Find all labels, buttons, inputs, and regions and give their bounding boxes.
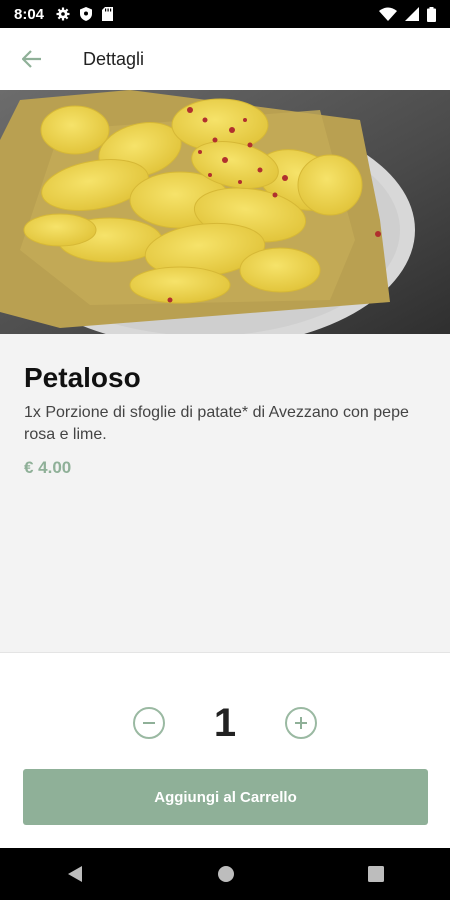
back-button[interactable] [0,28,64,90]
minus-circle-icon [143,722,155,724]
product-price: € 4.00 [24,458,72,477]
settings-icon [56,7,70,21]
home-nav-icon[interactable] [217,865,235,883]
notification-icons [56,7,114,21]
arrow-left-icon [22,50,41,68]
shield-icon [80,7,93,21]
battery-icon [427,6,436,22]
screen: 8:04 Dettagli Petaloso 1x Porzione di sf… [0,0,450,900]
decrease-quantity-button[interactable] [133,707,165,739]
status-time: 8:04 [14,5,45,23]
order-panel: 1 Aggiungi al Carrello [0,652,450,848]
quantity-value: 1 [213,700,237,745]
plus-circle-icon [295,717,307,729]
product-info: Petaloso 1x Porzione di sfoglie di patat… [0,334,450,652]
wifi-icon [379,7,397,21]
product-description: 1x Porzione di sfoglie di patate* di Ave… [24,404,409,443]
back-nav-icon[interactable] [66,865,84,883]
product-name: Petaloso [24,362,141,393]
status-bar: 8:04 [0,0,450,28]
product-image [0,90,450,334]
system-icons [379,6,436,22]
increase-quantity-button[interactable] [285,707,317,739]
sd-card-icon [102,7,114,21]
system-nav-bar [0,848,450,900]
page-title: Dettagli [83,48,145,69]
signal-icon [405,7,419,21]
add-to-cart-button[interactable]: Aggiungi al Carrello [23,769,428,825]
app-bar: Dettagli [0,28,450,90]
quantity-stepper: 1 [0,701,450,745]
recents-nav-icon[interactable] [367,866,384,882]
